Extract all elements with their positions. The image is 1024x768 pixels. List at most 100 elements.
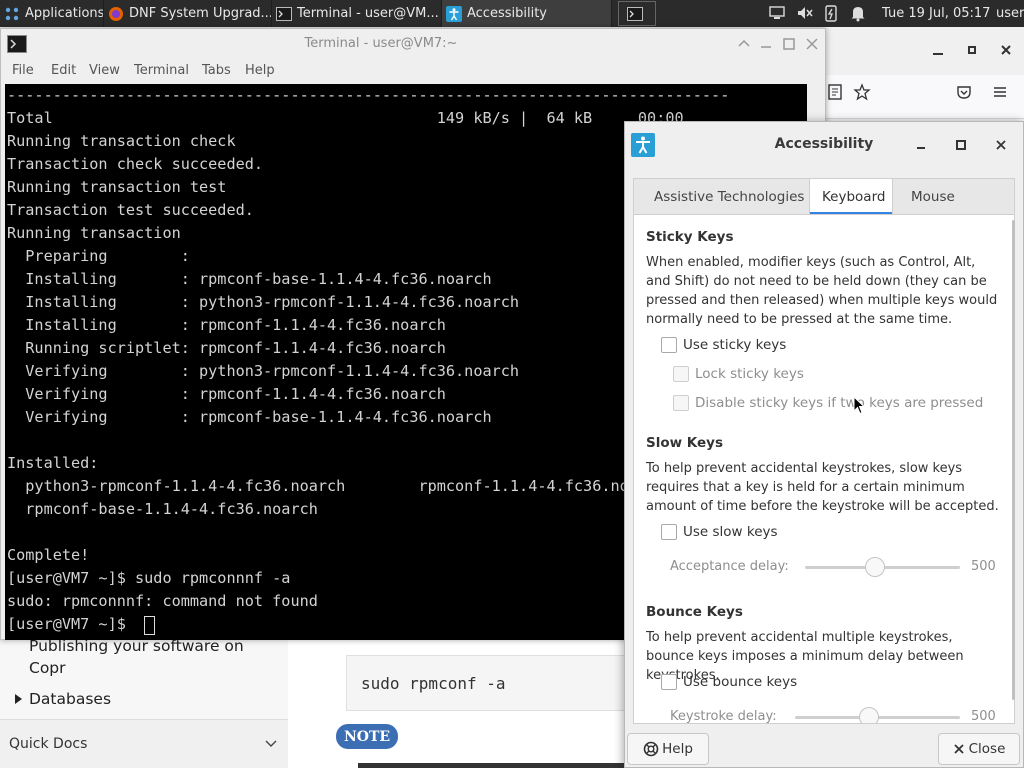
help-lifebuoy-icon xyxy=(643,741,659,757)
workspace-switcher[interactable] xyxy=(618,1,656,26)
docs-sidebar: Publishing your software on Copr Databas… xyxy=(0,627,288,768)
shade-icon[interactable] xyxy=(736,36,752,52)
terminal-line: Verifying : python3-rpmconf-1.1.4-4.fc36… xyxy=(7,362,730,380)
maximize-icon[interactable] xyxy=(964,42,980,58)
code-text: sudo rpmconf -a xyxy=(361,674,506,693)
terminal-line: Running transaction xyxy=(7,224,181,242)
expand-arrow-icon[interactable] xyxy=(12,693,24,705)
applications-icon xyxy=(5,7,19,20)
bookmark-star-icon[interactable] xyxy=(853,83,871,101)
maximize-icon[interactable] xyxy=(953,137,969,153)
applications-label: Applications xyxy=(25,6,104,21)
minimize-icon[interactable] xyxy=(758,36,774,52)
checkbox-label: Use sticky keys xyxy=(683,337,787,353)
volume-muted-icon[interactable] xyxy=(796,4,814,22)
minimize-icon[interactable] xyxy=(913,137,929,153)
lock-sticky-keys-checkbox[interactable]: Lock sticky keys xyxy=(673,366,804,382)
terminal-titlebar[interactable]: Terminal - user@VM7:~ xyxy=(1,29,825,59)
checkbox-box xyxy=(673,366,689,382)
tab-keyboard-label: Keyboard xyxy=(822,189,886,205)
menu-terminal[interactable]: Terminal xyxy=(134,63,189,78)
terminal-line: Installing : rpmconf-1.1.4-4.fc36.noarch… xyxy=(7,316,730,334)
terminal-prompt: [user@VM7 ~]$ xyxy=(7,615,136,633)
terminal-line: Running transaction check xyxy=(7,132,236,150)
terminal-icon xyxy=(627,6,643,21)
clock[interactable]: Tue 19 Jul, 05:17 xyxy=(882,6,990,21)
bounce-keys-heading: Bounce Keys xyxy=(646,604,743,620)
close-icon[interactable] xyxy=(993,137,1009,153)
task-dnf-upgrade[interactable]: DNF System Upgrad... xyxy=(104,0,272,27)
keyboard-settings-pane: Sticky Keys When enabled, modifier keys … xyxy=(633,214,1015,724)
accessibility-dialog: Accessibility Assistive Technologies Key… xyxy=(624,121,1024,768)
task-terminal[interactable]: Terminal - user@VM... xyxy=(272,0,442,27)
help-button[interactable]: Help xyxy=(627,733,709,765)
terminal-line: Transaction check succeeded. xyxy=(7,155,264,173)
help-button-label: Help xyxy=(662,741,693,757)
terminal-line: rpmconf-base-1.1.4-4.fc36.noarch xyxy=(7,500,318,518)
user-menu[interactable]: user xyxy=(996,6,1024,21)
sidebar-footer[interactable]: Quick Docs xyxy=(0,719,288,768)
use-slow-keys-checkbox[interactable]: Use slow keys xyxy=(661,524,778,540)
terminal-line: Preparing : 1/1 xyxy=(7,247,730,265)
menu-tabs[interactable]: Tabs xyxy=(202,63,231,78)
sticky-keys-heading: Sticky Keys xyxy=(646,229,734,245)
terminal-menubar: File Edit View Terminal Tabs Help xyxy=(1,59,825,84)
quick-docs-label: Quick Docs xyxy=(9,736,88,752)
acceptance-delay-value: 500 xyxy=(971,559,996,574)
firefox-icon xyxy=(109,6,123,21)
minimize-icon[interactable] xyxy=(930,42,946,58)
terminal-line: python3-rpmconf-1.1.4-4.fc36.noarch rpmc… xyxy=(7,477,666,495)
sidebar-item-databases[interactable]: Databases xyxy=(29,690,111,708)
acceptance-delay-label: Acceptance delay: xyxy=(670,559,789,574)
dialog-tabs: Assistive Technologies Keyboard Mouse xyxy=(633,178,1015,215)
mouse-pointer-icon xyxy=(853,396,865,415)
terminal-line: Transaction test succeeded. xyxy=(7,201,254,219)
task-accessibility[interactable]: Accessibility xyxy=(442,0,612,27)
disable-sticky-keys-checkbox[interactable]: Disable sticky keys if two keys are pres… xyxy=(673,395,983,411)
menu-view[interactable]: View xyxy=(89,63,120,78)
sidebar-link-publishing-cont[interactable]: Copr xyxy=(29,659,66,677)
tab-assistive-technologies[interactable]: Assistive Technologies xyxy=(654,189,804,205)
applications-menu[interactable]: Applications xyxy=(0,0,104,27)
tab-mouse[interactable]: Mouse xyxy=(911,189,955,205)
reader-view-icon[interactable] xyxy=(826,83,844,101)
accessibility-icon xyxy=(446,5,462,22)
close-icon[interactable] xyxy=(998,42,1014,58)
terminal-line: [user@VM7 ~]$ sudo rpmconnnf -a xyxy=(7,569,291,587)
battery-icon[interactable] xyxy=(822,4,840,22)
terminal-line: Running transaction test xyxy=(7,178,227,196)
terminal-line: Verifying : rpmconf-1.1.4-4.fc36.noarch … xyxy=(7,385,730,403)
dialog-titlebar[interactable]: Accessibility xyxy=(625,122,1023,168)
pocket-icon[interactable] xyxy=(955,83,973,101)
terminal-line: Installing : python3-rpmconf-1.1.4-4.fc3… xyxy=(7,293,730,311)
slider-knob[interactable] xyxy=(864,557,885,577)
checkbox-box xyxy=(661,337,677,353)
maximize-icon[interactable] xyxy=(781,36,797,52)
top-panel: Applications DNF System Upgrad... Termin… xyxy=(0,0,1024,27)
slider-knob[interactable] xyxy=(859,707,880,723)
code-block: sudo rpmconf -a xyxy=(346,655,636,711)
menu-edit[interactable]: Edit xyxy=(51,63,76,78)
checkbox-box xyxy=(673,395,689,411)
task-label: Terminal - user@VM... xyxy=(297,6,439,21)
terminal-icon xyxy=(276,6,292,21)
tab-keyboard[interactable]: Keyboard xyxy=(809,179,893,215)
pane-scrollbar[interactable] xyxy=(1012,220,1015,700)
use-bounce-keys-checkbox[interactable]: Use bounce keys xyxy=(661,674,797,690)
menu-file[interactable]: File xyxy=(12,63,34,78)
keystroke-delay-value: 500 xyxy=(971,709,996,724)
terminal-line: Installing : rpmconf-base-1.1.4-4.fc36.n… xyxy=(7,270,730,288)
close-icon[interactable] xyxy=(804,36,820,52)
network-icon[interactable] xyxy=(768,4,786,22)
notification-bell-icon[interactable] xyxy=(849,4,867,22)
menu-help[interactable]: Help xyxy=(245,63,275,78)
terminal-line: Running scriptlet: rpmconf-1.1.4-4.fc36.… xyxy=(7,339,730,357)
hamburger-menu-icon[interactable] xyxy=(991,83,1009,101)
use-sticky-keys-checkbox[interactable]: Use sticky keys xyxy=(661,337,786,353)
close-button[interactable]: Close xyxy=(938,733,1020,765)
chevron-down-icon xyxy=(265,740,277,747)
checkbox-label: Use slow keys xyxy=(683,524,778,540)
terminal-line: ----------------------------------------… xyxy=(7,86,730,104)
checkbox-label: Use bounce keys xyxy=(683,674,798,690)
close-icon xyxy=(953,744,964,754)
